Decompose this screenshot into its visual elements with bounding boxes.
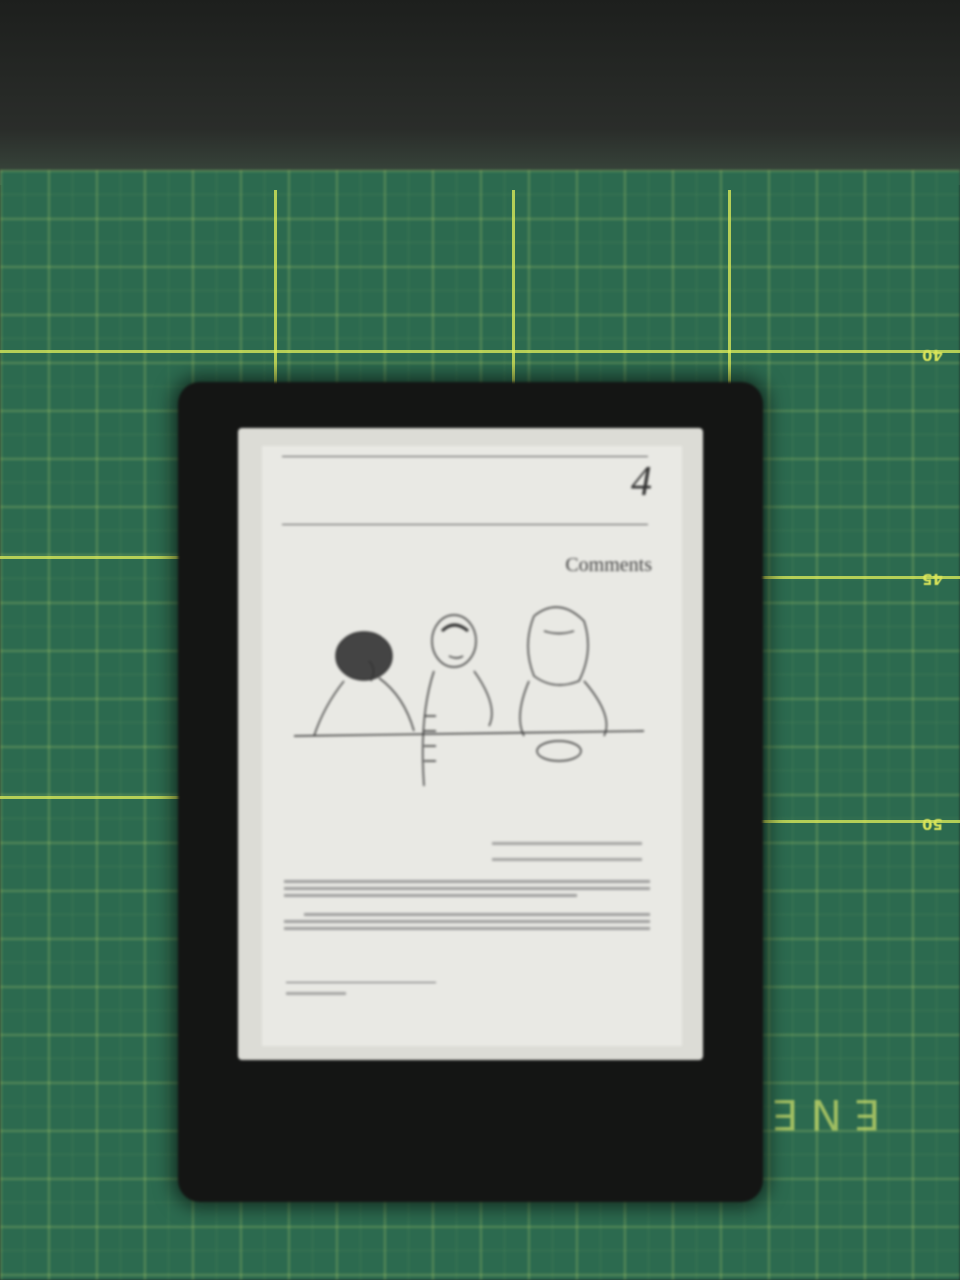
ruler-number: 50 [922,815,943,833]
ruler-number: 45 [922,570,943,588]
text-line [284,880,650,883]
text-line [304,913,650,916]
ereader-device: 4 Comments [178,382,763,1202]
chapter-number: 4 [631,459,652,505]
text-line [284,887,650,890]
book-page: 4 Comments [262,446,682,1046]
text-line [284,927,650,930]
mat-major-line [0,350,960,353]
header-rule-bottom [282,524,648,525]
header-rule-top [282,456,648,457]
illustration-caption-line [492,842,642,845]
dark-background [0,0,960,185]
body-text [284,876,650,934]
text-line [284,894,577,897]
illustration-caption-line [492,858,642,861]
footnote-rule [286,982,436,983]
mat-major-line [274,190,277,390]
chapter-title: Comments [565,554,652,576]
mat-major-line [512,190,515,390]
mat-major-line [728,190,731,390]
mat-brand-print: ENE [760,1090,881,1139]
chapter-illustration [293,606,645,787]
mat-major-line [0,796,190,799]
footnote-line [286,992,346,995]
ereader-screen[interactable]: 4 Comments [238,428,703,1060]
ruler-number: 40 [922,346,943,364]
text-line [284,920,650,923]
